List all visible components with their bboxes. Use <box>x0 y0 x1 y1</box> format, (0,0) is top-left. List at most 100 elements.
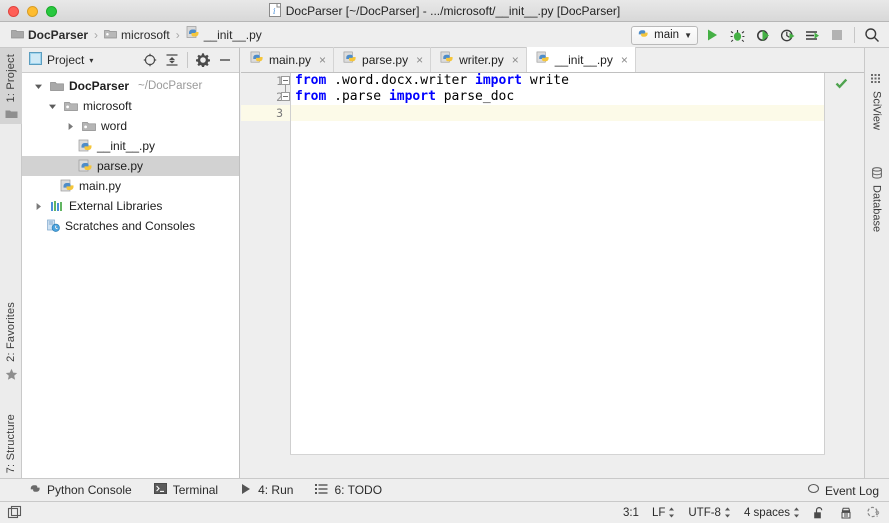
breadcrumb-item-docparser[interactable]: DocParser <box>9 27 90 43</box>
tree-item-label: __init__.py <box>97 139 156 153</box>
sidebar-item-favorites[interactable]: 2: Favorites <box>0 300 22 392</box>
code-line-3 <box>291 105 824 121</box>
python-file-icon <box>186 26 200 43</box>
run-button[interactable] <box>701 24 723 46</box>
breadcrumb-item-microsoft[interactable]: microsoft <box>102 27 172 43</box>
chevron-down-icon: ▾ <box>89 55 94 65</box>
todo-tool-button[interactable]: 6: TODO <box>315 483 382 498</box>
text-token: write <box>522 73 569 88</box>
code-text-area[interactable]: from .word.docx.writer import write from… <box>290 73 825 454</box>
tree-item-word[interactable]: word <box>22 116 239 136</box>
help-icon[interactable]: ? <box>866 505 881 520</box>
run-configuration-selector[interactable]: main ▼ <box>631 25 698 45</box>
chevron-right-icon[interactable] <box>32 202 45 211</box>
chevron-down-icon[interactable] <box>46 102 59 111</box>
sidebar-item-database[interactable]: Database <box>864 148 889 232</box>
text-token: parse_doc <box>435 89 515 104</box>
chevron-down-icon[interactable] <box>32 82 45 91</box>
tree-item-label: microsoft <box>83 99 132 113</box>
run-tool-button[interactable]: 4: Run <box>240 483 293 498</box>
debug-button[interactable] <box>726 24 748 46</box>
status-bar: 3:1 LF UTF-8 4 spaces ? <box>0 502 889 523</box>
stop-button[interactable] <box>826 24 848 46</box>
editor-tab-init-py[interactable]: __init__.py × <box>526 47 636 72</box>
python-console-icon <box>28 482 41 498</box>
python-console-button[interactable]: Python Console <box>28 482 132 498</box>
package-folder-icon <box>63 100 79 112</box>
project-panel-header: Project ▾ <box>22 48 239 73</box>
tree-item-label: External Libraries <box>69 199 163 213</box>
gear-icon[interactable] <box>193 50 213 70</box>
panel-divider <box>187 52 188 68</box>
tree-item-label: Scratches and Consoles <box>65 219 196 233</box>
encoding-selector[interactable]: UTF-8 <box>688 507 731 519</box>
folder-icon <box>49 80 65 92</box>
sidebar-item-sciview[interactable]: SciView <box>864 54 889 130</box>
editor-tab-main-py[interactable]: main.py × <box>241 47 335 72</box>
folder-icon <box>11 28 24 42</box>
sidebar-item-label: 1: Project <box>5 53 17 103</box>
editor-right-gutter[interactable] <box>825 73 864 454</box>
minimize-icon[interactable] <box>215 50 235 70</box>
search-everywhere-button[interactable] <box>861 24 883 46</box>
sidebar-item-project[interactable]: 1: Project <box>0 48 22 124</box>
crosshair-icon[interactable] <box>140 50 160 70</box>
left-tool-stripe: 1: Project 2: Favorites 7: Structure <box>0 48 22 490</box>
tree-item-microsoft[interactable]: microsoft <box>22 96 239 116</box>
run-with-console-button[interactable] <box>801 24 823 46</box>
inspection-ok-icon[interactable] <box>835 77 848 93</box>
code-editor[interactable]: 1 2 3 from .word.docx.writer import writ… <box>241 73 864 478</box>
caret-position-label: 3:1 <box>622 506 639 519</box>
window-title-group: i DocParser [~/DocParser] - .../microsof… <box>0 0 889 22</box>
code-lines: from .word.docx.writer import write from… <box>291 73 824 121</box>
editor-gutter[interactable]: 1 2 3 <box>241 73 290 454</box>
layout-icon[interactable] <box>0 505 23 521</box>
close-icon[interactable]: × <box>416 53 423 67</box>
fold-toggle-icon[interactable] <box>281 92 290 101</box>
python-file-icon <box>77 159 93 174</box>
project-panel-title-group[interactable]: Project ▾ <box>29 52 93 68</box>
close-icon[interactable]: × <box>621 53 628 67</box>
chevron-right-icon[interactable] <box>64 122 77 131</box>
run-coverage-button[interactable] <box>751 24 773 46</box>
tree-item-main-py[interactable]: main.py <box>22 176 239 196</box>
editor-horizontal-scrollbar[interactable] <box>290 454 825 478</box>
title-bar: i DocParser [~/DocParser] - .../microsof… <box>0 0 889 22</box>
tree-item-init-py[interactable]: __init__.py <box>22 136 239 156</box>
collapse-all-icon[interactable] <box>162 50 182 70</box>
editor-tab-parse-py[interactable]: parse.py × <box>334 47 432 72</box>
tree-item-parse-py[interactable]: parse.py <box>22 156 239 176</box>
profile-button[interactable] <box>776 24 798 46</box>
line-separator-label: LF <box>651 506 666 519</box>
svg-text:i: i <box>273 7 276 16</box>
fold-toggle-icon[interactable] <box>281 76 290 85</box>
event-log-button[interactable]: Event Log <box>807 479 879 503</box>
inspector-icon[interactable] <box>839 506 853 520</box>
line-separator-selector[interactable]: LF <box>652 507 675 519</box>
tree-item-docparser[interactable]: DocParser ~/DocParser <box>22 76 239 96</box>
close-icon[interactable]: × <box>512 53 519 67</box>
project-panel-title: Project <box>47 53 85 67</box>
editor-tab-bar: main.py × parse.py × writer.py × __init_… <box>241 47 864 73</box>
bottom-button-label: 4: Run <box>258 483 294 497</box>
play-icon <box>240 483 252 498</box>
tree-item-scratches[interactable]: Scratches and Consoles <box>22 216 239 236</box>
caret-position[interactable]: 3:1 <box>623 507 639 519</box>
chevron-down-icon: ▼ <box>684 30 692 40</box>
indent-selector[interactable]: 4 spaces <box>744 507 800 519</box>
editor-tab-writer-py[interactable]: writer.py × <box>431 47 527 72</box>
breadcrumb-item-init-py[interactable]: __init__.py <box>184 25 264 44</box>
text-token: .parse <box>326 89 389 104</box>
breadcrumb-label: microsoft <box>121 27 170 42</box>
close-icon[interactable]: × <box>319 53 326 67</box>
window-title: DocParser [~/DocParser] - .../microsoft/… <box>285 4 621 18</box>
editor-tab-label: parse.py <box>362 52 409 67</box>
unlocked-icon[interactable] <box>813 506 826 520</box>
balloon-icon <box>807 483 820 499</box>
tree-item-label: parse.py <box>97 159 144 173</box>
terminal-button[interactable]: Terminal <box>153 482 218 498</box>
editor-area: main.py × parse.py × writer.py × __init_… <box>241 47 864 478</box>
tree-item-external-libraries[interactable]: External Libraries <box>22 196 239 216</box>
python-file-icon <box>250 51 264 68</box>
tree-item-label: main.py <box>79 179 122 193</box>
